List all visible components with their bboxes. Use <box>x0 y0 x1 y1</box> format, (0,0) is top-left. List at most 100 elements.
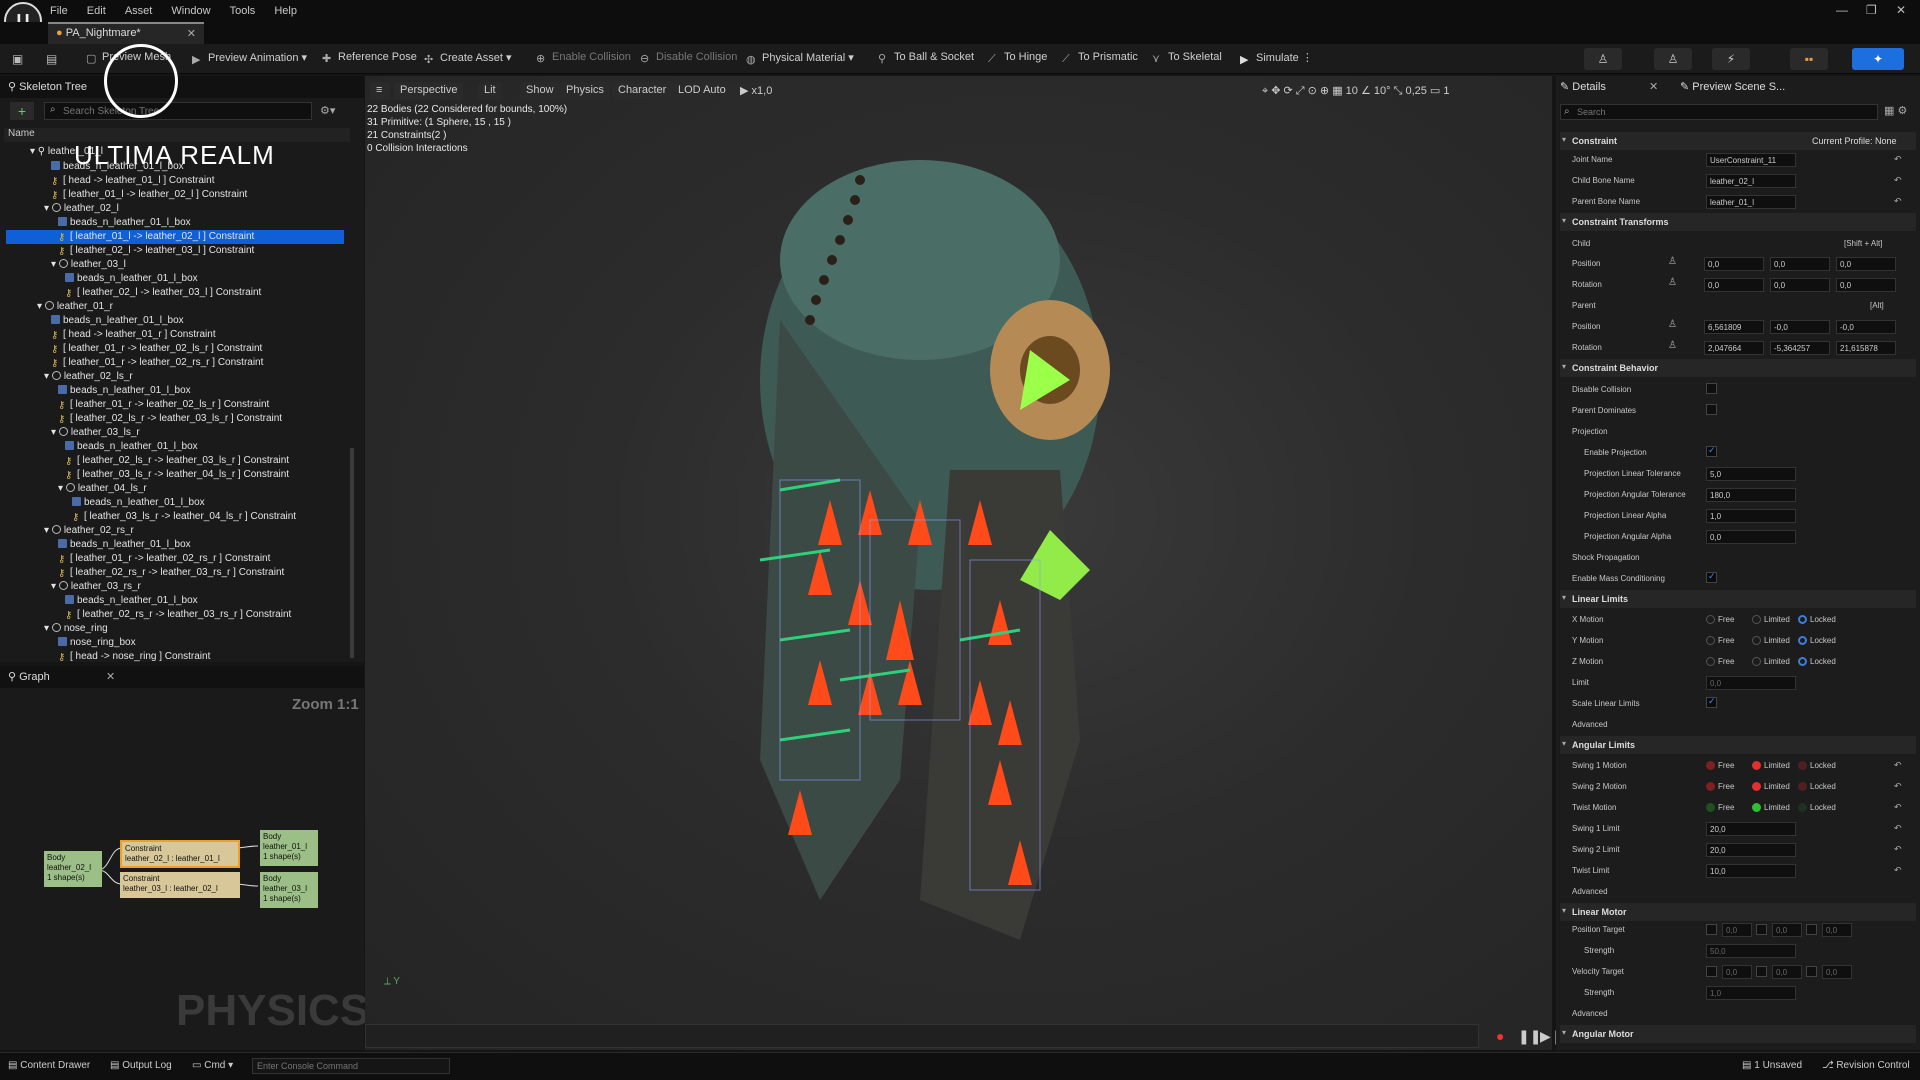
preview-animation-button[interactable]: ▶ Preview Animation ▾ <box>192 51 307 69</box>
expand-arrow-icon[interactable]: ▾ <box>51 581 59 592</box>
pause-icon[interactable]: ❚❚ <box>1518 1028 1541 1045</box>
show-button[interactable]: Show <box>520 82 560 100</box>
revision-control-button[interactable]: ⎇ Revision Control <box>1822 1060 1910 1071</box>
position-target-x[interactable]: 0,0 <box>1722 923 1752 937</box>
tree-body-row[interactable]: nose_ring_box <box>58 636 136 650</box>
twist-motion-locked-radio[interactable] <box>1798 803 1807 812</box>
simulate-button[interactable]: ▶ Simulate ⋮ <box>1240 51 1313 69</box>
position-target-chk-1[interactable] <box>1756 924 1767 935</box>
velocity-target-chk-1[interactable] <box>1756 966 1767 977</box>
preview-scene-tab[interactable]: ✎ Preview Scene S... <box>1680 80 1785 93</box>
add-button[interactable]: + <box>10 102 34 120</box>
expand-arrow-icon[interactable]: ▾ <box>51 259 59 270</box>
constraint-transforms-section[interactable]: Constraint Transforms <box>1560 213 1916 231</box>
tree-constraint-row[interactable]: ⚷ [ leather_03_ls_r -> leather_04_ls_r ] … <box>65 468 289 482</box>
create-asset-button[interactable]: ✣ Create Asset ▾ <box>424 51 512 69</box>
child-position-x[interactable]: 0,0 <box>1704 257 1764 271</box>
reference-pose-button[interactable]: ✚ Reference Pose <box>322 51 417 69</box>
tree-constraint-row[interactable]: ⚷ [ leather_02_l -> leather_03_l ] Constr… <box>58 244 254 258</box>
child-rotation-gizmo-icon[interactable]: ♙ <box>1668 277 1677 288</box>
y-motion-free-radio[interactable] <box>1706 636 1715 645</box>
expand-arrow-icon[interactable]: ▾ <box>44 525 52 536</box>
position-target-y[interactable]: 0,0 <box>1772 923 1802 937</box>
parent-rotation-z[interactable]: 21,615878 <box>1836 341 1896 355</box>
reset-swing2-limit-icon[interactable]: ↶ <box>1894 844 1902 855</box>
minimize-icon[interactable]: — <box>1836 3 1848 17</box>
to-ball-socket-button[interactable]: ⚲ To Ball & Socket <box>878 51 974 69</box>
child-bone-field[interactable]: leather_02_l <box>1706 174 1796 188</box>
disable-collision-button[interactable]: ⊖ Disable Collision <box>640 51 737 69</box>
menu-file[interactable]: File <box>50 5 68 17</box>
twist-limit-field[interactable]: 10,0 <box>1706 864 1796 878</box>
enable-projection-checkbox[interactable] <box>1706 445 1717 457</box>
constraint-behavior-section[interactable]: Constraint Behavior <box>1560 359 1916 377</box>
physical-material-button[interactable]: ◍ Physical Material ▾ <box>746 51 854 69</box>
save-icon[interactable]: ▣ <box>12 52 23 66</box>
expand-arrow-icon[interactable]: ▾ <box>44 623 52 634</box>
tree-constraint-row[interactable]: ⚷ [ leather_03_ls_r -> leather_04_ls_r ] … <box>72 510 296 524</box>
reset-swing2-icon[interactable]: ↶ <box>1894 781 1902 792</box>
child-rotation-y[interactable]: 0,0 <box>1770 278 1830 292</box>
cmd-button[interactable]: ▭ Cmd ▾ <box>192 1060 233 1071</box>
proj-angular-tol-field[interactable]: 180,0 <box>1706 488 1796 502</box>
console-input[interactable] <box>252 1058 450 1074</box>
blueprint-mode-icon[interactable]: ▪▪ <box>1790 48 1828 70</box>
tree-bone-row[interactable]: ▾ leather_01_r <box>37 300 113 314</box>
graph-node-body-leather-03-l[interactable]: Body leather_03_l 1 shape(s) <box>260 872 318 908</box>
content-drawer-button[interactable]: ▤ Content Drawer <box>8 1060 90 1071</box>
joint-name-field[interactable]: UserConstraint_11 <box>1706 153 1796 167</box>
reset-twist-icon[interactable]: ↶ <box>1894 802 1902 813</box>
physics-button[interactable]: Physics <box>560 82 610 100</box>
tree-constraint-row[interactable]: ⚷ [ leather_02_l -> leather_03_l ] Constr… <box>65 286 261 300</box>
mesh-mode-icon[interactable]: ♙ <box>1654 48 1692 70</box>
tree-constraint-row[interactable]: ⚷ [ head -> leather_01_l ] Constraint <box>51 174 214 188</box>
parent-position-gizmo-icon[interactable]: ♙ <box>1668 319 1677 330</box>
tree-body-row[interactable]: beads_n_leather_01_l_box <box>65 272 198 286</box>
graph-node-body-leather-02-l[interactable]: Body leather_02_l 1 shape(s) <box>44 851 102 887</box>
graph-node-constraint-2[interactable]: Constraint leather_03_l : leather_02_l <box>120 872 240 898</box>
velocity-target-y[interactable]: 0,0 <box>1772 965 1802 979</box>
to-skeletal-button[interactable]: ⋎ To Skeletal <box>1152 51 1222 69</box>
menu-help[interactable]: Help <box>274 5 297 17</box>
output-log-button[interactable]: ▤ Output Log <box>110 1060 172 1071</box>
playback-speed-button[interactable]: ▶ x1,0 <box>734 82 779 100</box>
tree-constraint-row[interactable]: ⚷ [ leather_01_r -> leather_02_rs_r ] Con… <box>51 356 263 370</box>
record-icon[interactable]: ● <box>1496 1028 1504 1044</box>
position-target-chk-2[interactable] <box>1806 924 1817 935</box>
tree-constraint-row[interactable]: ⚷ [ leather_01_l -> leather_02_l ] Constr… <box>6 230 344 244</box>
parent-rotation-y[interactable]: -5,364257 <box>1770 341 1830 355</box>
details-search-input[interactable] <box>1560 104 1878 120</box>
lit-button[interactable]: Lit <box>478 82 502 100</box>
tree-body-row[interactable]: beads_n_leather_01_l_box <box>65 594 198 608</box>
y-motion-limited-radio[interactable] <box>1752 636 1761 645</box>
close-details-icon[interactable]: ✕ <box>1649 81 1658 93</box>
close-window-icon[interactable]: ✕ <box>1896 3 1906 17</box>
details-tab[interactable]: ✎ Details ✕ <box>1560 80 1658 93</box>
linear-limits-section-arrow-icon[interactable]: ▾ <box>1562 593 1566 602</box>
parent-position-x[interactable]: 6,561809 <box>1704 320 1764 334</box>
creature-head-model[interactable] <box>720 140 1160 960</box>
parent-rotation-x[interactable]: 2,047664 <box>1704 341 1764 355</box>
y-motion-locked-radio[interactable] <box>1798 636 1807 645</box>
skeleton-search-input[interactable] <box>44 102 312 120</box>
child-rotation-x[interactable]: 0,0 <box>1704 278 1764 292</box>
browse-icon[interactable]: ▤ <box>46 52 57 66</box>
swing1-motion-locked-radio[interactable] <box>1798 761 1807 770</box>
expand-arrow-icon[interactable]: ▾ <box>51 427 59 438</box>
velocity-strength-field[interactable]: 1,0 <box>1706 986 1796 1000</box>
position-target-z[interactable]: 0,0 <box>1822 923 1852 937</box>
velocity-target-x[interactable]: 0,0 <box>1722 965 1752 979</box>
tree-constraint-row[interactable]: ⚷ [ leather_02_ls_r -> leather_03_ls_r ] … <box>58 412 282 426</box>
tree-constraint-row[interactable]: ⚷ [ leather_01_r -> leather_02_ls_r ] Con… <box>51 342 262 356</box>
swing1-motion-free-radio[interactable] <box>1706 761 1715 770</box>
tree-constraint-row[interactable]: ⚷ [ leather_02_ls_r -> leather_03_ls_r ] … <box>65 454 289 468</box>
details-settings-icon[interactable]: ▦ ⚙ <box>1884 104 1907 117</box>
x-motion-limited-radio[interactable] <box>1752 615 1761 624</box>
tree-constraint-row[interactable]: ⚷ [ head -> leather_01_r ] Constraint <box>51 328 216 342</box>
linear-limit-field[interactable]: 0,0 <box>1706 676 1796 690</box>
swing2-limit-field[interactable]: 20,0 <box>1706 843 1796 857</box>
constraint-section-arrow-icon[interactable]: ▾ <box>1562 135 1566 144</box>
current-profile[interactable]: Current Profile: None <box>1812 135 1897 147</box>
linear-motor-section-arrow-icon[interactable]: ▾ <box>1562 906 1566 915</box>
tree-constraint-row[interactable]: ⚷ [ leather_01_r -> leather_02_rs_r ] Con… <box>58 552 270 566</box>
